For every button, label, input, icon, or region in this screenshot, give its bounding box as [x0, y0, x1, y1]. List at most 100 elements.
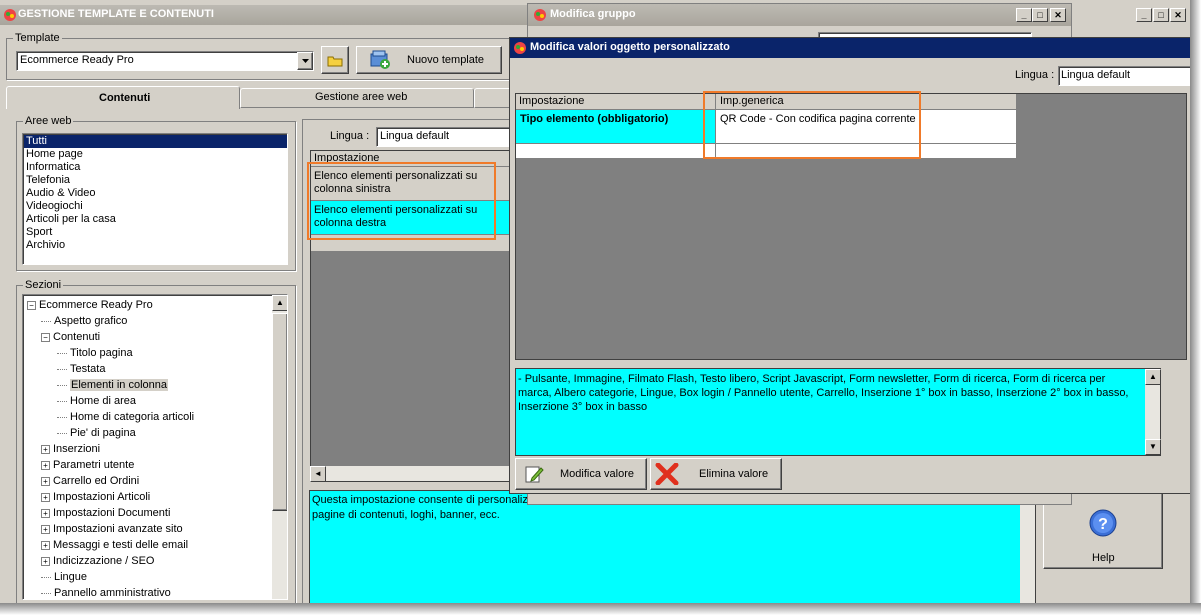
aree-web-item[interactable]: Audio & Video [24, 187, 287, 200]
tree-node[interactable]: + Impostazioni Documenti [41, 505, 170, 521]
aree-web-item[interactable]: Home page [24, 148, 287, 161]
tree-node[interactable]: + Messaggi e testi delle email [41, 537, 188, 553]
new-template-button[interactable]: Nuovo template [356, 46, 502, 74]
tree-node[interactable]: + Inserzioni [41, 441, 100, 457]
tree-node-label: Inserzioni [53, 443, 101, 455]
tree-connector [41, 576, 51, 578]
tree-node[interactable]: Pannello amministrativo [41, 585, 171, 599]
tree-connector [57, 352, 67, 354]
tree-node[interactable]: Home di area [57, 393, 136, 409]
bottom-shadow [0, 603, 1201, 615]
tree-node-label: Contenuti [53, 331, 101, 343]
tree-node-label: Indicizzazione / SEO [53, 555, 155, 567]
dialog-lingua-select[interactable]: Lingua default [1058, 66, 1192, 86]
aree-web-item[interactable]: Articoli per la casa [24, 213, 287, 226]
aree-web-item[interactable]: Sport [24, 226, 287, 239]
dialog-info-scroll-down[interactable]: ▼ [1145, 439, 1161, 455]
aree-web-item[interactable]: Tutti [24, 135, 287, 148]
dialog-info-scrollbar[interactable]: ▲ ▼ [1145, 369, 1161, 455]
tree-node[interactable]: Home di categoria articoli [57, 409, 194, 425]
tree-node[interactable]: − Ecommerce Ready Pro [27, 297, 153, 313]
tree-node[interactable]: Testata [57, 361, 105, 377]
lingua-label: Lingua : [330, 130, 370, 142]
tree-node[interactable]: Elementi in colonna [57, 377, 169, 393]
expand-icon[interactable]: + [41, 492, 50, 502]
h-scrollbar[interactable]: ◄ [310, 466, 510, 482]
elimina-valore-button[interactable]: Elimina valore [650, 458, 782, 490]
tree-node[interactable]: Lingue [41, 569, 87, 585]
tree-node[interactable]: + Impostazioni avanzate sito [41, 521, 183, 537]
template-dropdown-button[interactable] [297, 52, 313, 70]
template-select-value: Ecommerce Ready Pro [20, 54, 134, 66]
aree-web-item[interactable]: Videogiochi [24, 200, 287, 213]
expand-icon[interactable]: + [41, 540, 50, 550]
open-folder-button[interactable] [321, 46, 349, 74]
lingua-select[interactable]: Lingua default [376, 127, 512, 147]
sezioni-tree[interactable]: − Ecommerce Ready Pro Aspetto grafico − Cont… [22, 294, 288, 600]
tree-connector [57, 368, 67, 370]
main-close-button[interactable]: ✕ [1170, 8, 1186, 22]
tree-node[interactable]: + Carrello ed Ordini [41, 473, 139, 489]
collapse-icon[interactable]: − [41, 332, 50, 342]
elimina-valore-label: Elimina valore [699, 468, 769, 480]
right-shadow [1190, 0, 1201, 615]
description-scrollbar[interactable] [1020, 491, 1035, 604]
expand-icon[interactable]: + [41, 556, 50, 566]
tree-node-label: Elementi in colonna [70, 379, 169, 391]
main-window-controls: _ □ ✕ [1136, 8, 1188, 24]
tree-node-label: Ecommerce Ready Pro [39, 299, 153, 311]
aree-web-item[interactable]: Informatica [24, 161, 287, 174]
tree-node[interactable]: + Impostazioni Articoli [41, 489, 150, 505]
tree-scroll-up[interactable]: ▲ [272, 295, 287, 311]
group-close-button[interactable]: ✕ [1050, 8, 1066, 22]
dialog-title: Modifica valori oggetto personalizzato [530, 41, 730, 53]
description-area: Questa impostazione consente di personal… [309, 490, 1036, 605]
main-maximize-button[interactable]: □ [1153, 8, 1169, 22]
sezioni-label: Sezioni [23, 279, 64, 291]
collapse-icon[interactable]: − [27, 300, 36, 310]
modifica-valore-label: Modifica valore [560, 468, 634, 480]
expand-icon[interactable]: + [41, 460, 50, 470]
tree-connector [57, 416, 67, 418]
expand-icon[interactable]: + [41, 524, 50, 534]
expand-icon[interactable]: + [41, 444, 50, 454]
expand-icon[interactable]: + [41, 476, 50, 486]
delete-x-icon [655, 463, 679, 485]
h-scroll-left[interactable]: ◄ [310, 466, 326, 482]
folder-icon [327, 56, 343, 66]
group-maximize-button[interactable]: □ [1032, 8, 1048, 22]
dialog-col-impostazione: Impostazione [519, 95, 585, 107]
template-select[interactable]: Ecommerce Ready Pro [16, 51, 314, 71]
tree-scroll-thumb[interactable] [272, 313, 287, 511]
svg-text:?: ? [1098, 516, 1108, 533]
tree-node[interactable]: + Parametri utente [41, 457, 134, 473]
tree-scrollbar[interactable]: ▲ [272, 295, 287, 599]
main-title-bar: GESTIONE TEMPLATE E CONTENUTI [0, 5, 530, 25]
dialog-info-scroll-up[interactable]: ▲ [1145, 369, 1161, 385]
tree-connector [41, 592, 51, 594]
aree-web-label: Aree web [23, 115, 74, 127]
tree-node[interactable]: − Contenuti [41, 329, 100, 345]
aree-web-item[interactable]: Telefonia [24, 174, 287, 187]
tree-node[interactable]: Pie' di pagina [57, 425, 136, 441]
tree-node[interactable]: + Indicizzazione / SEO [41, 553, 155, 569]
tree-node[interactable]: Aspetto grafico [41, 313, 127, 329]
group-app-icon [534, 9, 546, 21]
tab-gestione-aree-web[interactable]: Gestione aree web [240, 88, 474, 108]
aree-web-item[interactable]: Archivio [24, 239, 287, 252]
tab-contenuti[interactable]: Contenuti [6, 86, 240, 109]
tree-node-label: Lingue [54, 571, 88, 583]
tree-node-label: Impostazioni avanzate sito [53, 523, 183, 535]
aree-web-list[interactable]: Tutti Home page Informatica Telefonia Audio … [22, 133, 288, 265]
group-title-bar: Modifica gruppo _ □ ✕ [528, 4, 1071, 26]
expand-icon[interactable]: + [41, 508, 50, 518]
main-minimize-button[interactable]: _ [1136, 8, 1152, 22]
edit-values-dialog: Modifica valori oggetto personalizzato L… [509, 37, 1192, 494]
tree-node-label: Pie' di pagina [70, 427, 136, 439]
group-minimize-button[interactable]: _ [1016, 8, 1032, 22]
tree-node-label: Titolo pagina [70, 347, 133, 359]
tree-connector [57, 432, 67, 434]
tree-node[interactable]: Titolo pagina [57, 345, 133, 361]
modifica-valore-button[interactable]: Modifica valore [515, 458, 647, 490]
dialog-row-label-cell[interactable]: Tipo elemento (obbligatorio) [516, 110, 716, 144]
